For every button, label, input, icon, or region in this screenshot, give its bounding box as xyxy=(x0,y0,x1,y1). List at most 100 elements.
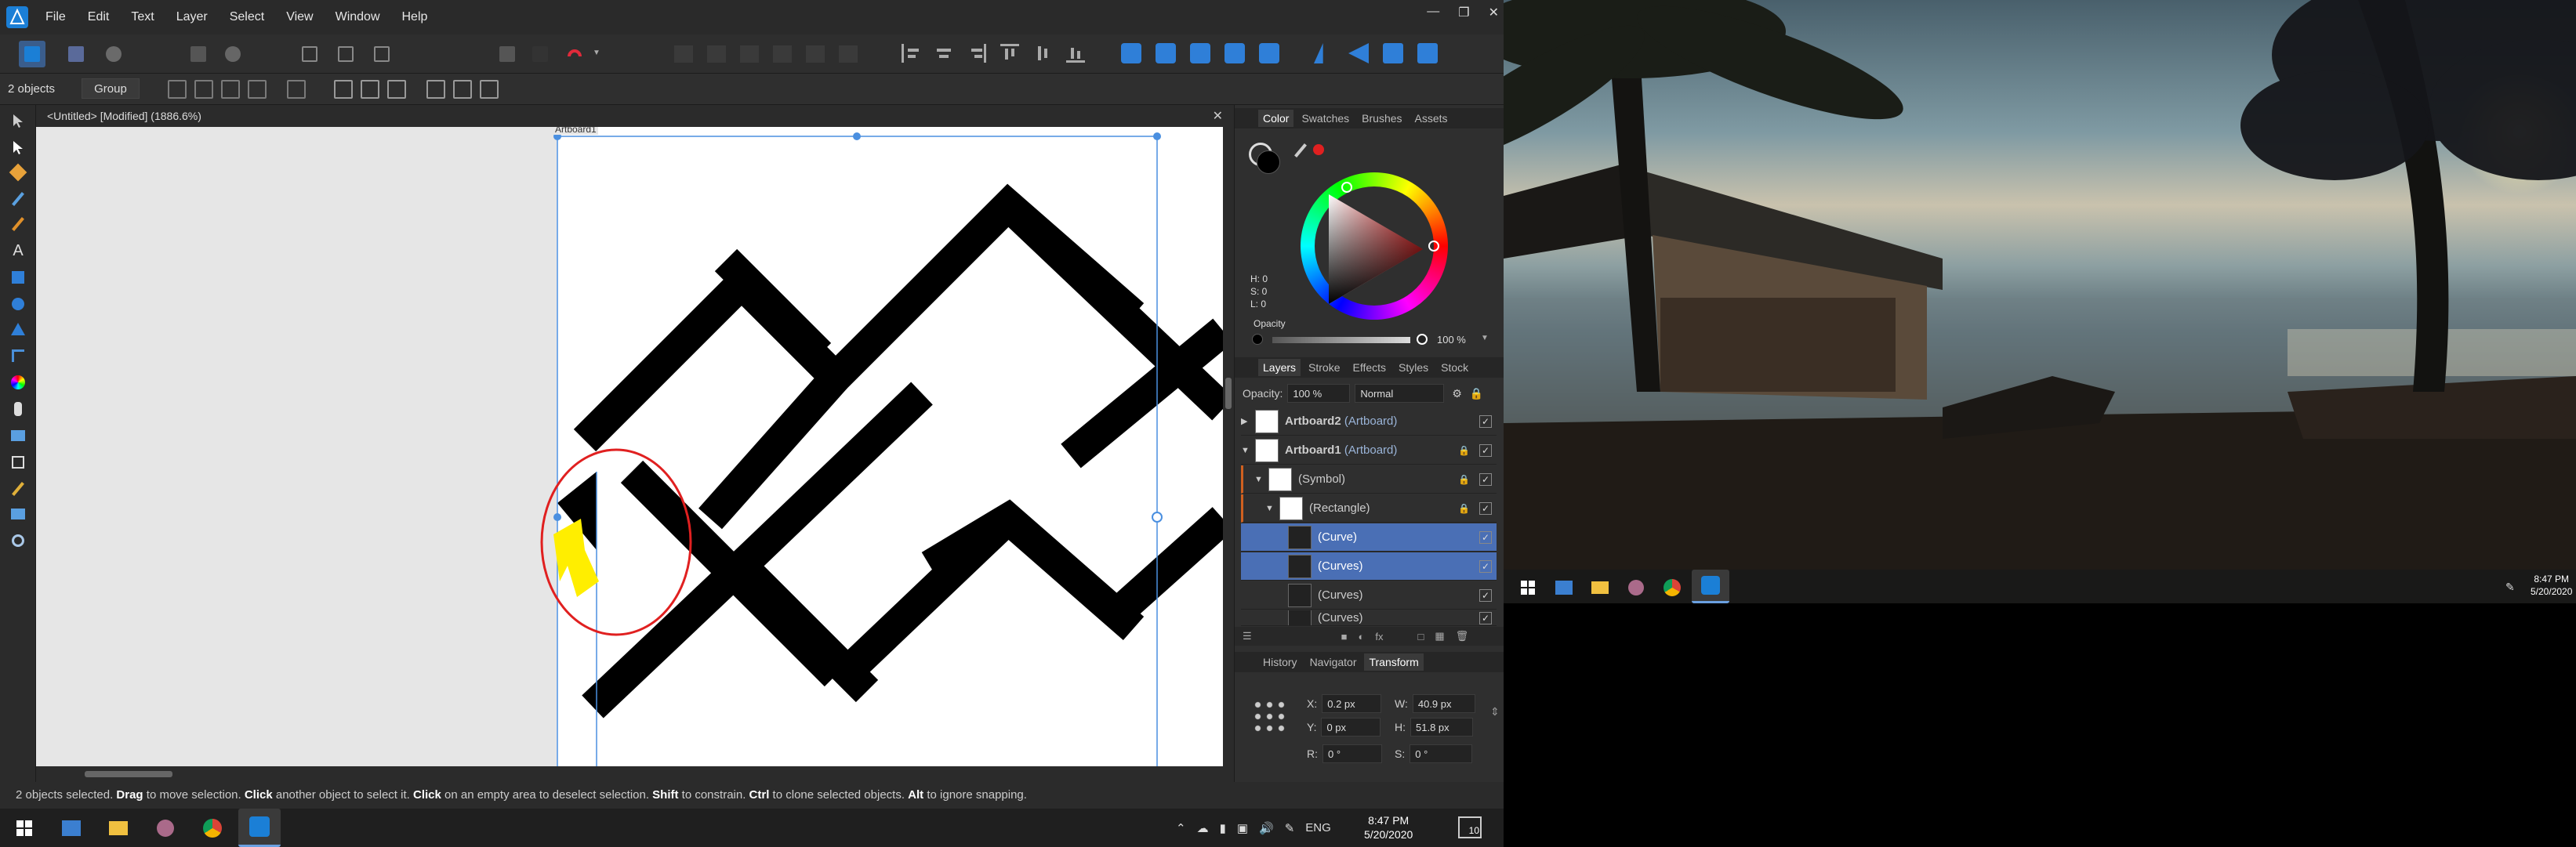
mask-icon[interactable]: ■ xyxy=(1341,631,1348,642)
rectangle-tool-icon[interactable] xyxy=(7,266,29,288)
text-tool-icon[interactable]: A xyxy=(7,240,29,262)
layer-row[interactable]: ▶ Artboard2 (Artboard) ✓ xyxy=(1241,407,1497,436)
minimize-icon[interactable]: — xyxy=(1427,5,1439,20)
flip-horizontal-icon[interactable] xyxy=(1314,43,1323,63)
hue-handle[interactable] xyxy=(1428,241,1439,252)
x-field[interactable]: 0.2 px xyxy=(1322,694,1382,713)
visibility-checkbox[interactable]: ✓ xyxy=(1479,611,1492,624)
restore-icon[interactable]: ❐ xyxy=(1458,5,1469,20)
flip-vertical-icon[interactable] xyxy=(1348,43,1369,63)
file-explorer-icon[interactable] xyxy=(107,816,130,840)
lock-icon[interactable]: 🔒 xyxy=(1470,387,1483,400)
select-icon-c[interactable] xyxy=(368,41,395,67)
divide-boolean-icon[interactable] xyxy=(1259,43,1279,63)
chevron-down-icon[interactable]: ▼ xyxy=(1481,334,1489,342)
menu-file[interactable]: File xyxy=(34,10,77,24)
chevron-down-icon[interactable]: ▼ xyxy=(593,49,600,57)
menu-edit[interactable]: Edit xyxy=(77,10,121,24)
blend-mode-select[interactable]: Normal xyxy=(1355,384,1445,403)
windows-start-icon[interactable] xyxy=(1516,576,1540,599)
snap-mode-icon[interactable] xyxy=(527,41,553,67)
visibility-checkbox[interactable]: ✓ xyxy=(1479,588,1492,602)
tab-navigator[interactable]: Navigator xyxy=(1305,653,1362,671)
tab-transform[interactable]: Transform xyxy=(1364,653,1424,671)
move-front-icon[interactable] xyxy=(1417,43,1438,63)
wheel-picker-handle[interactable] xyxy=(1341,182,1352,193)
select-icon-a[interactable] xyxy=(296,41,323,67)
notification-icon[interactable]: 10 xyxy=(1458,816,1482,838)
snapping-magnet-icon[interactable] xyxy=(561,41,588,67)
ellipse-tool-icon[interactable] xyxy=(7,293,29,315)
recent-color-swatch[interactable] xyxy=(1313,144,1324,155)
network-icon[interactable]: ▣ xyxy=(1237,821,1248,835)
collapse-arrow-icon[interactable]: ▼ xyxy=(1241,446,1255,455)
ctx-align-left-icon[interactable] xyxy=(334,80,353,99)
app-icon-3[interactable] xyxy=(154,816,177,840)
tab-effects[interactable]: Effects xyxy=(1348,359,1391,376)
move-back-icon[interactable] xyxy=(1383,43,1403,63)
visibility-checkbox[interactable]: ✓ xyxy=(1479,414,1492,428)
chevron-up-icon[interactable]: ⌃ xyxy=(1176,821,1186,835)
designer-persona-icon[interactable] xyxy=(19,41,45,67)
brush-tool-icon[interactable] xyxy=(7,213,29,235)
delete-layer-icon[interactable]: 🗑 xyxy=(1456,630,1469,642)
rotate-icon[interactable] xyxy=(221,80,240,99)
move-tool-icon[interactable] xyxy=(7,110,29,132)
layer-row-selected[interactable]: (Curve) ✓ xyxy=(1241,523,1497,552)
export-persona-icon[interactable] xyxy=(100,41,127,67)
color-picker-icon[interactable] xyxy=(7,371,29,393)
layer-row[interactable]: ▼ (Rectangle) 🔒 ✓ xyxy=(1241,494,1497,523)
grid-icon[interactable] xyxy=(494,41,521,67)
layer-settings-icon[interactable]: ⚙ xyxy=(1452,387,1462,400)
tab-color[interactable]: Color xyxy=(1258,110,1294,127)
tab-swatches[interactable]: Swatches xyxy=(1297,110,1354,127)
transform-origin-icon[interactable] xyxy=(168,80,187,99)
horizontal-scrollbar[interactable] xyxy=(36,766,1223,782)
layer-row[interactable]: (Curves) ✓ xyxy=(1241,610,1497,626)
place-image-icon[interactable] xyxy=(7,425,29,447)
menu-help[interactable]: Help xyxy=(391,10,439,24)
link-icon[interactable]: ⇕ xyxy=(1490,705,1500,719)
fill-tool-icon[interactable] xyxy=(7,398,29,420)
align-middle-icon[interactable] xyxy=(1033,44,1052,63)
h-field[interactable]: 51.8 px xyxy=(1410,718,1473,737)
menu-text[interactable]: Text xyxy=(120,10,165,24)
subtract-boolean-icon[interactable] xyxy=(1156,43,1176,63)
s-field[interactable]: 0 ° xyxy=(1410,744,1473,763)
eyedropper-small-icon[interactable] xyxy=(1294,143,1307,157)
lock-icon[interactable]: 🔒 xyxy=(1458,445,1470,456)
align-center-icon[interactable] xyxy=(934,44,953,63)
pencil-tool-icon[interactable] xyxy=(7,188,29,210)
layer-row[interactable]: ▼ (Symbol) 🔒 ✓ xyxy=(1241,465,1497,494)
group-layer-icon[interactable]: ▦ xyxy=(1435,630,1444,642)
document-setup-icon[interactable] xyxy=(185,41,212,67)
ctx-align-center-icon[interactable] xyxy=(361,80,379,99)
triangle-tool-icon[interactable] xyxy=(7,318,29,340)
menu-window[interactable]: Window xyxy=(325,10,391,24)
pixel-persona-icon[interactable] xyxy=(63,41,89,67)
tab-styles[interactable]: Styles xyxy=(1394,359,1433,376)
corner-tool-icon[interactable] xyxy=(7,345,29,367)
fx-icon[interactable]: fx xyxy=(1375,631,1383,642)
color-wheel[interactable] xyxy=(1301,172,1448,320)
y-field[interactable]: 0 px xyxy=(1321,718,1381,737)
ctx-align-middle-icon[interactable] xyxy=(453,80,472,99)
volume-icon[interactable]: 🔊 xyxy=(1259,821,1274,835)
windows-start-icon[interactable] xyxy=(13,816,36,840)
cloud-icon[interactable]: ☁ xyxy=(1197,821,1209,835)
app-icon-1[interactable] xyxy=(1552,576,1576,599)
pen-icon[interactable]: ✎ xyxy=(2505,581,2515,594)
tab-stroke[interactable]: Stroke xyxy=(1304,359,1344,376)
canvas-area[interactable]: Artboard1 xyxy=(36,127,1223,766)
affinity-designer-taskbar-icon[interactable] xyxy=(238,809,281,847)
opacity-value[interactable]: 100 % xyxy=(1437,334,1466,346)
horizontal-scroll-thumb[interactable] xyxy=(85,771,172,777)
close-icon[interactable]: ✕ xyxy=(1489,5,1499,20)
lock-icon[interactable]: 🔒 xyxy=(1458,503,1470,514)
node-tool-icon[interactable] xyxy=(7,136,29,158)
xor-boolean-icon[interactable] xyxy=(1225,43,1245,63)
menu-view[interactable]: View xyxy=(275,10,324,24)
opacity-slider[interactable] xyxy=(1272,337,1410,343)
tab-assets[interactable]: Assets xyxy=(1410,110,1453,127)
clock[interactable]: 8:47 PM 5/20/2020 xyxy=(1364,813,1413,842)
